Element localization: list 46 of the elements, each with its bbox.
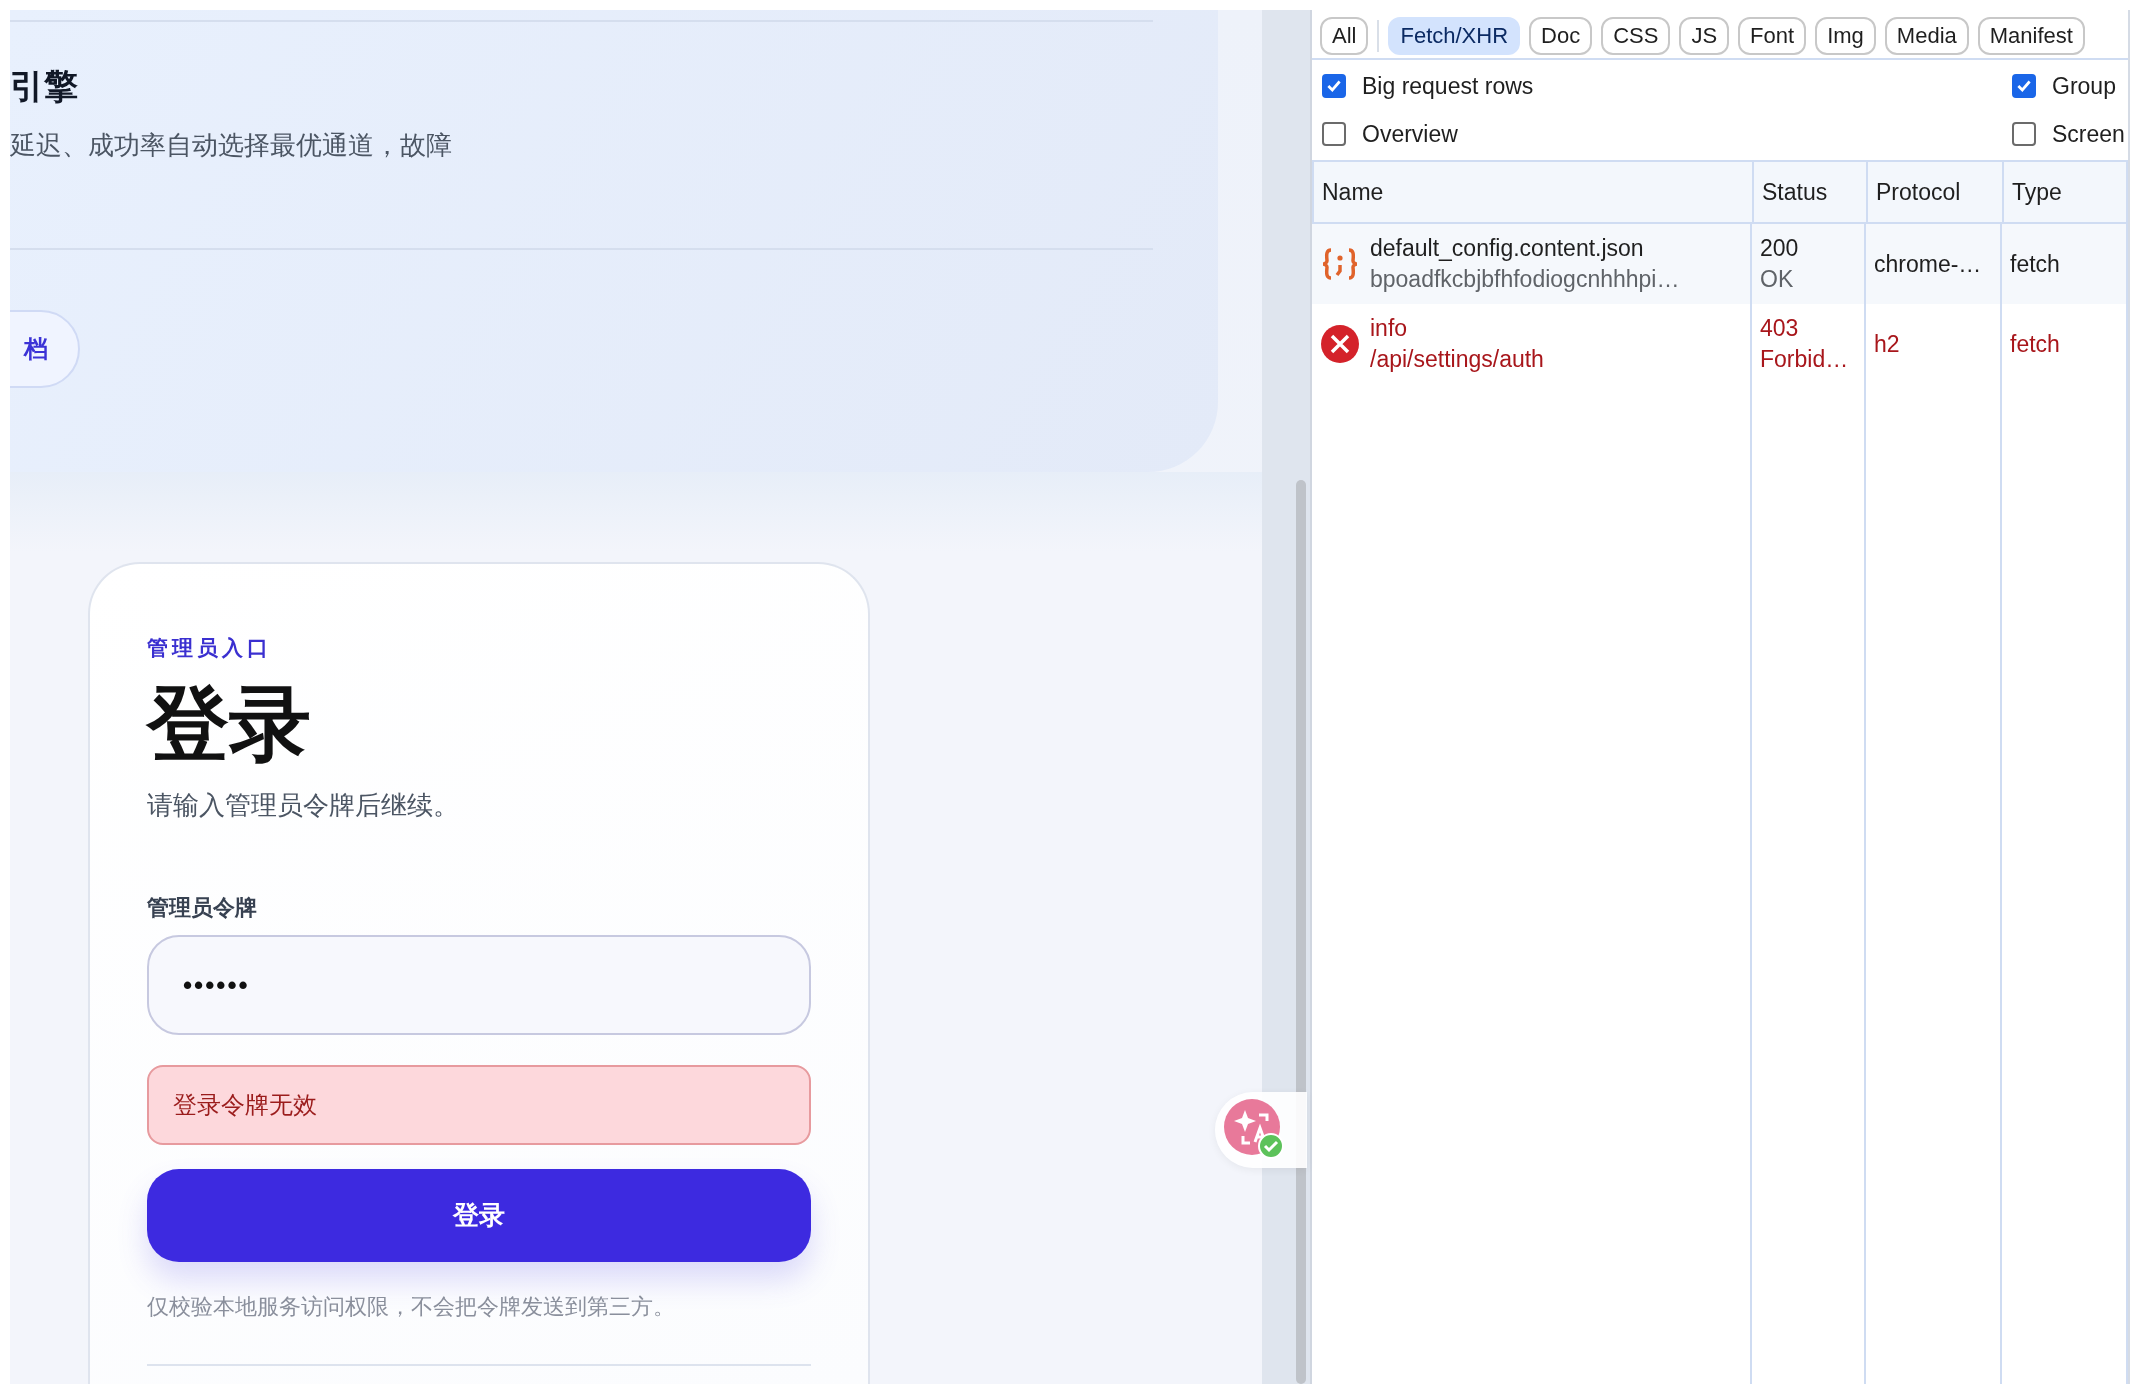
protocol-cell: chrome-… (1874, 250, 1982, 278)
feature-title: 引擎 (10, 66, 79, 106)
scrollbar-thumb[interactable] (1296, 480, 1306, 1384)
login-title: 登录 (147, 677, 311, 771)
request-path: /api/settings/auth (1370, 346, 1544, 373)
filter-chip[interactable]: Fetch/XHR (1388, 17, 1521, 55)
protocol-cell: h2 (1874, 330, 1900, 358)
column-header[interactable]: Name (1314, 162, 1754, 222)
option-label: Group (2052, 72, 2116, 100)
request-path: bpoadfkcbjbfhfodiogcnhhhpi… (1370, 266, 1680, 293)
checkbox[interactable] (2012, 122, 2036, 146)
token-label: 管理员令牌 (147, 894, 257, 922)
floating-action-button[interactable] (1215, 1092, 1307, 1168)
column-header[interactable]: Status (1754, 162, 1868, 222)
type-cell: fetch (2010, 250, 2060, 278)
option-label: Big request rows (1362, 72, 1534, 100)
login-button[interactable]: 登录 (147, 1169, 811, 1262)
checkbox[interactable] (1322, 74, 1346, 98)
token-field[interactable]: •••••• (147, 935, 811, 1035)
error-message: 登录令牌无效 (147, 1065, 811, 1145)
type-cell: fetch (2010, 330, 2060, 358)
status-code: 200 (1760, 235, 1799, 262)
status-text: OK (1760, 266, 1794, 293)
login-subtitle: 请输入管理员令牌后继续。 (147, 789, 459, 822)
filter-chip[interactable]: CSS (1601, 17, 1671, 55)
docs-link[interactable]: 档 (10, 310, 80, 388)
status-code: 403 (1760, 315, 1799, 342)
checkbox[interactable] (2012, 74, 2036, 98)
option-label: Overview (1362, 120, 1458, 148)
filter-chip[interactable]: JS (1679, 17, 1730, 55)
column-header[interactable]: Type (2004, 162, 2128, 222)
filter-chip[interactable]: Font (1738, 17, 1807, 55)
filter-chip[interactable]: Manifest (1977, 17, 2085, 55)
column-header[interactable]: Protocol (1868, 162, 2004, 222)
feature-description: 延迟、成功率自动选择最优通道，故障 (10, 129, 453, 162)
login-eyebrow: 管理员入口 (147, 635, 272, 661)
status-text: Forbid… (1760, 346, 1849, 373)
filter-chip[interactable]: Img (1815, 17, 1876, 55)
request-name[interactable]: info (1370, 315, 1408, 342)
filter-chip[interactable]: Media (1884, 17, 1969, 55)
privacy-note: 仅校验本地服务访问权限，不会把令牌发送到第三方。 (147, 1293, 675, 1321)
filter-chip[interactable]: All (1320, 17, 1369, 55)
option-label: Screen (2052, 120, 2125, 148)
request-name[interactable]: default_config.content.json (1370, 235, 1644, 262)
filter-chip[interactable]: Doc (1529, 17, 1593, 55)
checkbox[interactable] (1322, 122, 1346, 146)
